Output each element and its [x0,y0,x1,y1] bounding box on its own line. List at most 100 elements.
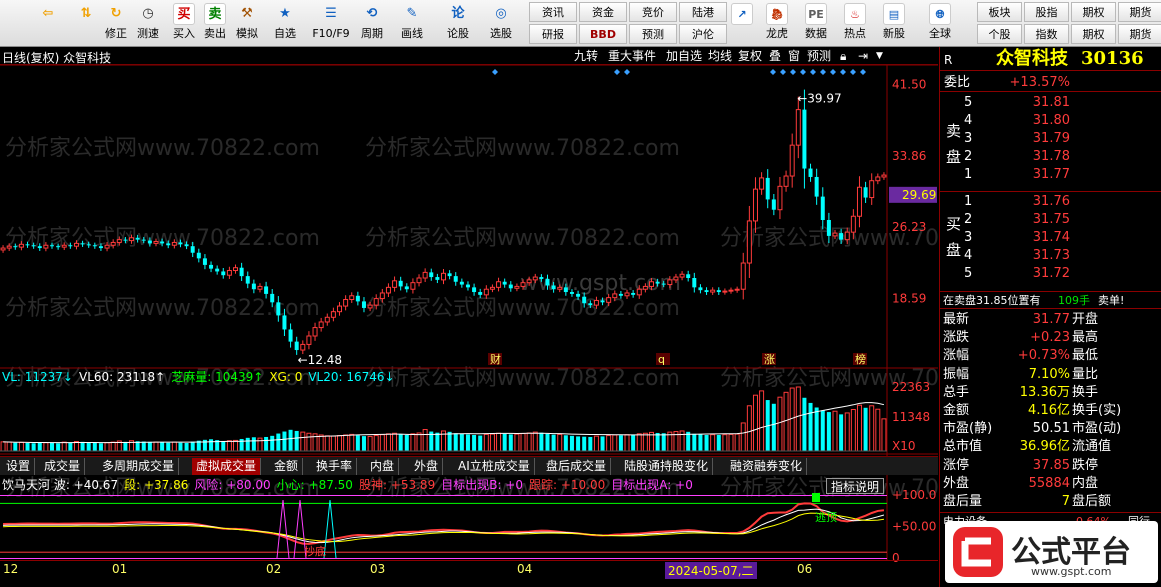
toolbar-text-button[interactable]: 研报 [529,24,577,44]
adjust-button[interactable]: 复权 [738,48,762,64]
volume-bar [435,432,440,451]
sell-button[interactable]: 卖卖出 [201,2,229,45]
volume-bar [795,386,801,452]
dropdown-icon[interactable]: ▼ [876,48,883,64]
event-diamond-icon [810,69,816,75]
market-button[interactable]: 期货 [1118,24,1161,44]
event-diamond-icon [840,69,846,75]
volume-bar [655,432,660,451]
pencil-button[interactable]: ✎ 画线 [394,2,430,45]
volume-bar [416,432,422,452]
volume-bar [25,442,30,451]
tab-2[interactable]: 多周期成交量 [98,458,180,475]
candle [789,133,795,188]
select-stock-button[interactable]: ◎ 选股 [483,2,519,45]
tab-0[interactable]: 设置 [2,458,36,475]
volume-bar [98,443,103,451]
lock-icon[interactable]: 🔒︎ [840,48,846,64]
tab-5[interactable]: 换手率 [312,458,358,475]
stat-value: 4.16亿 [1028,403,1070,418]
level-price[interactable]: 31.76 [1030,193,1070,211]
toolbar-text-button[interactable]: 预测 [629,24,677,44]
volume-bar [722,434,728,452]
globe-button[interactable]: 🌐︎ 全球 [922,2,958,45]
data-button[interactable]: PE 数据 [798,2,834,45]
window-button[interactable]: 窗 [788,48,800,64]
toolbar-label: 测速 [137,27,159,40]
tab-3[interactable]: 虚拟成交量 [192,458,262,475]
toolbar-text-button[interactable]: 沪伦 [679,24,727,44]
level-price[interactable]: 31.73 [1030,247,1070,265]
tab-7[interactable]: 外盘 [410,458,444,475]
jiuzhuan-button[interactable]: 九转 [574,48,598,64]
volume-bar [875,408,881,452]
tab-1[interactable]: 成交量 [40,458,86,475]
market-button[interactable]: 期权 [1071,24,1116,44]
level-price[interactable]: 31.77 [1030,166,1070,184]
trend-button[interactable]: ↗ [727,2,757,45]
volume-bar [49,442,54,451]
toolbar-text-button[interactable]: 竞价 [629,2,677,22]
clock-button[interactable]: ◷ 测速 [134,2,162,45]
stat-label: 最新 [943,312,970,327]
status-line: 在卖盘31.85位置有 [943,294,1041,307]
tab-4[interactable]: 金额 [270,458,304,475]
market-button[interactable]: 股指 [1024,2,1069,22]
arrow-right-icon[interactable]: ⇥ [858,48,868,64]
moving-average-button[interactable]: 均线 [708,48,732,64]
f10-button[interactable]: ☰ F10/F9 [311,2,351,45]
level-price[interactable]: 31.79 [1030,130,1070,148]
market-button[interactable]: 期权 [1071,2,1116,22]
level-price[interactable]: 31.74 [1030,229,1070,247]
tab-8[interactable]: AI立桩成交量 [454,458,535,475]
toolbar-label: 模拟 [236,27,258,40]
level-price[interactable]: 31.72 [1030,265,1070,283]
buy-button[interactable]: 买买入 [170,2,198,45]
level-price[interactable]: 31.78 [1030,148,1070,166]
level-price[interactable]: 31.80 [1030,112,1070,130]
refresh-button[interactable]: ↻ 修正 [102,2,130,45]
toolbar-text-button[interactable]: 陆港 [679,2,727,22]
volume-bar [783,391,789,452]
indicator-explain-button[interactable]: 指标说明 [826,478,885,494]
discuss-button[interactable]: 论论股 [440,2,476,45]
toolbar-label: 选股 [490,27,512,40]
stat-label-2: 内盘 [1072,475,1099,491]
volume-bar [514,433,520,452]
market-button[interactable]: 指数 [1024,24,1069,44]
tab-6[interactable]: 内盘 [366,458,400,475]
star-button[interactable]: ★ 自选 [268,2,302,45]
tab-11[interactable]: 融资融券变化 [726,458,808,475]
add-watchlist-button[interactable]: 加自选 [666,48,702,64]
hammer-button[interactable]: ⚒ 模拟 [233,2,261,45]
volume-axis-label: X10 [892,439,916,453]
up-down-arrow-button[interactable]: ⇅ [72,2,100,45]
volume-bar [6,441,12,452]
hot-button[interactable]: ♨ 热点 [837,2,873,45]
dragon-tiger-button[interactable]: 🐉︎ 龙虎 [759,2,795,45]
volume-legend-item: 芝麻量: 10439↑ [171,370,264,384]
overlay-button[interactable]: 叠 [769,48,781,64]
tab-10[interactable]: 陆股通持股变化 [620,458,714,475]
volume-bar [532,431,538,452]
level-price[interactable]: 31.81 [1030,94,1070,112]
level-price[interactable]: 31.75 [1030,211,1070,229]
event-diamond-icon [780,69,786,75]
sell-side-label: 卖盘 [946,122,962,166]
back-arrow-button[interactable]: ⇦ [34,2,62,45]
indicator-axis-label: +50.00 [892,520,936,534]
toolbar-text-button[interactable]: 资讯 [529,2,577,22]
market-button[interactable]: 个股 [977,24,1022,44]
volume-bar [844,412,850,452]
market-button[interactable]: 期货 [1118,2,1161,22]
major-events-button[interactable]: 重大事件 [608,48,656,64]
toolbar-text-button[interactable]: 资金 [579,2,627,22]
market-button[interactable]: 板块 [977,2,1022,22]
tab-9[interactable]: 盘后成交量 [542,458,612,475]
period-button[interactable]: ⟲ 周期 [354,2,390,45]
main-chart[interactable]: 分析家公式网www.70822.com 分析家公式网www.70822.com 分析… [0,65,938,578]
toolbar-text-button[interactable]: BBD [579,24,627,44]
new-stock-button[interactable]: ▤ 新股 [876,2,912,45]
candle [410,278,416,294]
forecast-button[interactable]: 预测 [807,48,831,64]
